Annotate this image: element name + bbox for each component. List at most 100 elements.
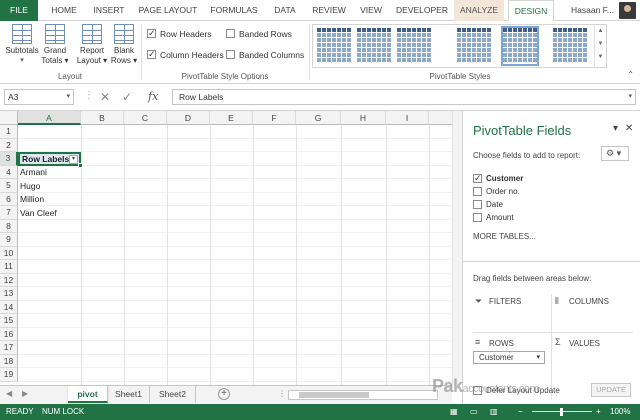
- gallery-more-icon[interactable]: ▼: [595, 51, 606, 64]
- zoom-in-icon[interactable]: +: [596, 404, 601, 420]
- pivot-style-swatch[interactable]: [397, 28, 431, 64]
- zoom-slider-thumb[interactable]: [560, 408, 563, 416]
- subtotals-button[interactable]: Subtotals ▾: [4, 24, 40, 66]
- name-box[interactable]: A3 ▾: [4, 89, 74, 105]
- filter-dropdown-icon[interactable]: ▾: [69, 155, 78, 164]
- insert-function-button[interactable]: fx: [148, 89, 158, 105]
- chevron-up-icon[interactable]: ▲: [595, 25, 606, 38]
- row-header-3[interactable]: 3: [0, 152, 18, 166]
- banded-rows-checkbox[interactable]: [226, 29, 235, 38]
- avatar[interactable]: [619, 2, 636, 19]
- zoom-out-icon[interactable]: −: [518, 404, 523, 420]
- banded-rows-option[interactable]: Banded Rows: [226, 28, 292, 40]
- pivot-style-swatch[interactable]: [553, 28, 587, 64]
- chevron-down-icon[interactable]: ▾: [66, 90, 70, 104]
- sheet-prev-icon[interactable]: ◀: [6, 389, 12, 398]
- column-header-i[interactable]: I: [386, 111, 429, 125]
- pivot-style-swatch[interactable]: [457, 28, 491, 64]
- tab-insert[interactable]: INSERT: [88, 0, 130, 21]
- row-header-9[interactable]: 9: [0, 233, 18, 247]
- more-sheets-icon[interactable]: ⋮: [278, 389, 286, 398]
- field-date[interactable]: Date: [473, 199, 503, 211]
- row-header-17[interactable]: 17: [0, 341, 18, 355]
- row-header-5[interactable]: 5: [0, 179, 18, 193]
- tab-formulas[interactable]: FORMULAS: [206, 0, 262, 21]
- pane-splitter[interactable]: [463, 261, 640, 262]
- tab-analyze[interactable]: ANALYZE: [454, 0, 504, 21]
- sheet-tab-sheet2[interactable]: Sheet2: [150, 386, 196, 403]
- cell-a6[interactable]: Million: [20, 193, 44, 206]
- fill-handle[interactable]: [78, 163, 83, 168]
- grand-totals-button[interactable]: Grand Totals ▾: [40, 24, 70, 66]
- pivot-style-swatch[interactable]: [317, 28, 351, 64]
- column-header-b[interactable]: B: [81, 111, 124, 125]
- chevron-down-icon[interactable]: ▼: [595, 38, 606, 51]
- row-header-10[interactable]: 10: [0, 246, 18, 260]
- user-name[interactable]: Hasaan F...: [571, 0, 614, 21]
- cell-a4[interactable]: Armani: [20, 166, 47, 179]
- add-sheet-button[interactable]: +: [218, 388, 230, 400]
- update-button[interactable]: UPDATE: [591, 383, 631, 397]
- row-header-2[interactable]: 2: [0, 138, 18, 152]
- field-customer[interactable]: Customer: [473, 172, 523, 185]
- row-header-7[interactable]: 7: [0, 206, 18, 220]
- tab-data[interactable]: DATA: [268, 0, 302, 21]
- column-header-e[interactable]: E: [210, 111, 253, 125]
- normal-view-icon[interactable]: ▦: [450, 404, 458, 420]
- row-headers-checkbox[interactable]: [147, 27, 156, 39]
- enter-icon[interactable]: ✓: [122, 89, 132, 105]
- column-header-c[interactable]: C: [124, 111, 167, 125]
- scrollbar-vertical[interactable]: [452, 111, 462, 385]
- report-layout-button[interactable]: Report Layout ▾: [76, 24, 108, 66]
- tab-home[interactable]: HOME: [44, 0, 84, 21]
- field-amount[interactable]: Amount: [473, 212, 514, 224]
- formula-input[interactable]: Row Labels ▾: [172, 89, 636, 105]
- scrollbar-thumb[interactable]: [299, 392, 369, 398]
- column-header-h[interactable]: H: [341, 111, 386, 125]
- row-header-1[interactable]: 1: [0, 125, 18, 139]
- worksheet-grid[interactable]: A B C D E F G H I 1 2 3 4 5 6 7 8 9 10 1…: [0, 111, 452, 385]
- zoom-level[interactable]: 100%: [610, 404, 630, 420]
- chevron-down-icon[interactable]: ▾: [613, 123, 618, 134]
- field-customer-checkbox[interactable]: [473, 172, 482, 184]
- row-header-19[interactable]: 19: [0, 368, 18, 382]
- column-header-partial[interactable]: [429, 111, 452, 125]
- row-header-12[interactable]: 12: [0, 273, 18, 287]
- more-tables-link[interactable]: MORE TABLES...: [473, 232, 536, 241]
- row-header-8[interactable]: 8: [0, 219, 18, 233]
- gallery-scroll[interactable]: ▲ ▼ ▼: [594, 25, 606, 67]
- row-header-14[interactable]: 14: [0, 300, 18, 314]
- sheet-tab-pivot[interactable]: pivot: [68, 386, 108, 403]
- row-header-4[interactable]: 4: [0, 165, 18, 179]
- column-headers-option[interactable]: Column Headers: [147, 48, 224, 61]
- tab-view[interactable]: VIEW: [354, 0, 388, 21]
- column-headers-checkbox[interactable]: [147, 48, 156, 60]
- sheet-next-icon[interactable]: ▶: [22, 389, 28, 398]
- row-header-15[interactable]: 15: [0, 314, 18, 328]
- chevron-down-icon[interactable]: ▾: [536, 352, 540, 363]
- chevron-down-icon[interactable]: ▾: [628, 90, 632, 104]
- field-order-no[interactable]: Order no.: [473, 186, 520, 198]
- page-break-view-icon[interactable]: ▥: [490, 404, 498, 420]
- rows-field-customer[interactable]: Customer ▾: [473, 351, 545, 364]
- scrollbar-horizontal[interactable]: [288, 390, 438, 400]
- page-layout-view-icon[interactable]: ▭: [470, 404, 478, 420]
- close-icon[interactable]: ✕: [625, 123, 633, 134]
- banded-columns-checkbox[interactable]: [226, 50, 235, 59]
- banded-columns-option[interactable]: Banded Columns: [226, 49, 304, 61]
- pane-settings-button[interactable]: ⚙ ▾: [601, 146, 629, 161]
- row-header-16[interactable]: 16: [0, 327, 18, 341]
- tab-developer[interactable]: DEVELOPER: [394, 0, 450, 21]
- select-all-corner[interactable]: [0, 111, 18, 125]
- tab-design[interactable]: DESIGN: [508, 0, 554, 22]
- column-header-g[interactable]: G: [296, 111, 341, 125]
- row-header-13[interactable]: 13: [0, 287, 18, 301]
- field-order-no-checkbox[interactable]: [473, 187, 482, 196]
- tab-file[interactable]: FILE: [0, 0, 38, 21]
- field-amount-checkbox[interactable]: [473, 213, 482, 222]
- collapse-ribbon-icon[interactable]: ⌃: [627, 70, 634, 79]
- row-header-6[interactable]: 6: [0, 192, 18, 206]
- column-header-f[interactable]: F: [253, 111, 296, 125]
- tab-page-layout[interactable]: PAGE LAYOUT: [136, 0, 200, 21]
- pivot-style-swatch-selected[interactable]: [501, 26, 539, 66]
